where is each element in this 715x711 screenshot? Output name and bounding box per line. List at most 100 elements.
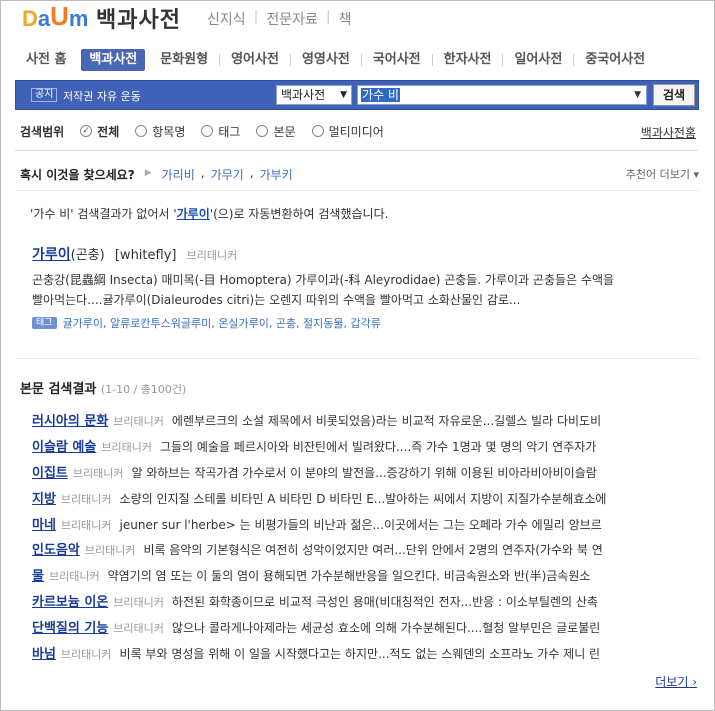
scope-option-label: 태그 bbox=[218, 124, 241, 139]
tab-chinese[interactable]: 중국어사전 bbox=[574, 46, 656, 74]
body-results-heading: 본문 검색결과 (1-10 / 총100건) bbox=[20, 378, 186, 397]
converted-query-link[interactable]: 가루이 bbox=[177, 207, 210, 221]
encyclopedia-home-link[interactable]: 백과사전홈 bbox=[641, 124, 696, 141]
comma: , bbox=[200, 166, 205, 180]
list-item: 바넘 브리태니커 비록 부와 명성을 위해 이 일을 시작했다고는 하지만...적도… bbox=[32, 643, 702, 669]
scope-title-radio[interactable]: 항목명 bbox=[135, 123, 185, 140]
result-snippet: 않으나 콜라게나아제라는 세균성 효소에 의해 가수분해된다....혈청 알부민… bbox=[171, 621, 601, 636]
suggestion-link[interactable]: 가무기 bbox=[211, 166, 244, 183]
result-snippet: 소량의 인지질 스테롤 비타민 A 비타민 D 비타민 E...발아하는 씨에서… bbox=[119, 491, 607, 506]
entry-english: [whitefly] bbox=[114, 248, 177, 263]
scope-body-radio[interactable]: 본문 bbox=[256, 123, 296, 140]
logo-a: a bbox=[37, 6, 51, 31]
section-title: 본문 검색결과 bbox=[20, 382, 97, 397]
notice-link[interactable]: 저작권 자유 운동 bbox=[63, 88, 141, 104]
radio-icon bbox=[256, 125, 269, 137]
result-source: 브리태니커 bbox=[60, 648, 112, 662]
scope-label: 검색범위 bbox=[20, 124, 65, 139]
scope-option-label: 항목명 bbox=[152, 124, 186, 139]
tag-links[interactable]: 귤가루이, 알류로칸투스워글루미, 온실가루이, 곤충, 절지동물, 갑각류 bbox=[63, 315, 381, 331]
scope-multimedia-radio[interactable]: 멀티미디어 bbox=[311, 123, 384, 140]
tab-encyclopedia[interactable]: 백과사전 bbox=[81, 49, 146, 71]
result-source: 브리태니커 bbox=[113, 622, 164, 636]
daum-logo[interactable]: DaUm bbox=[22, 1, 89, 32]
result-source: 브리태니커 bbox=[60, 518, 112, 532]
result-snippet: 비록 부와 명성을 위해 이 일을 시작했다고는 하지만...적도 없는 스웨덴… bbox=[119, 647, 601, 662]
list-item: 인도음악 브리태니커 비록 음악의 기본형식은 여전히 성악이었지만 여러...단위… bbox=[32, 539, 702, 565]
link-expert-docs[interactable]: 전문자료 bbox=[266, 9, 318, 29]
link-books[interactable]: 책 bbox=[339, 9, 352, 29]
header: DaUm 백과사전 신지식 | 전문자료 | 책 bbox=[0, 0, 715, 38]
logo-m: m bbox=[68, 6, 89, 31]
result-source: 브리태니커 bbox=[60, 492, 112, 506]
result-snippet: 비록 음악의 기본형식은 여전히 성악이었지만 여러...단위 안에서 2명의 … bbox=[143, 543, 603, 558]
tab-dictionary-home[interactable]: 사전 홈 bbox=[15, 46, 77, 74]
entry-source: 브리태니커 bbox=[186, 249, 238, 262]
link-sinjisik[interactable]: 신지식 bbox=[207, 9, 246, 29]
result-title-link[interactable]: 인도음악 bbox=[32, 543, 80, 558]
suggestion-link[interactable]: 가리비 bbox=[162, 166, 195, 183]
autocomplete-arrow-icon[interactable]: ▼ bbox=[634, 86, 641, 104]
result-title-link[interactable]: 이집트 bbox=[32, 466, 68, 481]
result-title-link[interactable]: 지방 bbox=[32, 492, 56, 507]
list-item: 물 브리태니커 약염기의 염 또는 이 둘의 염이 용해되면 가수분해반응을 일으킨… bbox=[32, 565, 702, 591]
search-input[interactable]: 가수 비 ▼ bbox=[357, 85, 647, 105]
result-source: 브리태니커 bbox=[113, 415, 164, 428]
result-title-link[interactable]: 물 bbox=[32, 569, 44, 584]
divider bbox=[15, 358, 699, 359]
brand-title[interactable]: 백과사전 bbox=[96, 2, 181, 34]
search-input-value: 가수 비 bbox=[361, 88, 400, 102]
result-snippet: 알 와하브는 작곡가겸 가수로서 이 분야의 발전을...증강하기 위해 이용된… bbox=[131, 465, 597, 480]
result-source: 브리태니커 bbox=[101, 440, 152, 454]
divider: | bbox=[253, 9, 259, 25]
notice-badge: 공지 bbox=[31, 88, 58, 102]
logo-d: D bbox=[22, 6, 38, 31]
chevron-right-icon: › bbox=[688, 675, 697, 689]
auto-convert-notice: '가수 비' 검색결과가 없어서 '가루이'(으)로 자동변환하여 검색했습니다… bbox=[30, 207, 389, 221]
result-source: 브리태니커 bbox=[48, 570, 100, 584]
result-snippet: jeuner sur l'herbe> 는 비평가들의 비난과 젊은...이곳에… bbox=[119, 517, 602, 532]
radio-icon bbox=[311, 125, 324, 137]
search-bar: 공지 저작권 자유 운동 백과사전 ▼ 가수 비 ▼ 검색 bbox=[15, 80, 699, 110]
tab-english[interactable]: 영어사전 bbox=[220, 46, 290, 74]
more-results-button[interactable]: 더보기 › bbox=[655, 673, 697, 690]
result-snippet: 약염기의 염 또는 이 둘의 염이 용해되면 가수분해반응을 일으킨다. 비금속… bbox=[107, 569, 591, 584]
more-suggestions-label: 추천어 더보기 bbox=[625, 168, 690, 181]
list-item: 단백질의 기능 브리태니커 않으나 콜라게나아제라는 세균성 효소에 의해 가수분해… bbox=[32, 617, 702, 643]
category-select[interactable]: 백과사전 ▼ bbox=[276, 85, 352, 105]
entry-tags: 태그 귤가루이, 알류로칸투스워글루미, 온실가루이, 곤충, 절지동물, 갑각… bbox=[32, 315, 381, 331]
list-item: 이집트 브리태니커 알 와하브는 작곡가겸 가수로서 이 분야의 발전을...증강하… bbox=[32, 462, 702, 488]
scope-all-radio[interactable]: ✓ 전체 bbox=[80, 123, 119, 140]
tab-japanese[interactable]: 일어사전 bbox=[503, 46, 573, 74]
result-title-link[interactable]: 이슬람 예술 bbox=[32, 440, 96, 455]
tab-english-english[interactable]: 영영사전 bbox=[291, 46, 361, 74]
result-title-link[interactable]: 바넘 bbox=[32, 647, 56, 662]
original-query: 가수 비 bbox=[33, 207, 71, 221]
chevron-down-icon: ▾ bbox=[693, 168, 699, 181]
scope-option-label: 본문 bbox=[273, 124, 296, 139]
result-snippet: 하전된 화학종이므로 비교적 극성인 용매(비대칭적인 전자...반응 : 이소… bbox=[171, 595, 598, 610]
dictionary-tabs: 사전 홈 백과사전 문화원형 영어사전 영영사전 국어사전 한자사전 일어사전 … bbox=[15, 46, 699, 74]
entry-title-link[interactable]: 가루이 bbox=[32, 247, 71, 263]
tab-culture[interactable]: 문화원형 bbox=[149, 46, 219, 74]
tag-badge: 태그 bbox=[32, 317, 57, 329]
entry-title-suffix: (곤충) bbox=[70, 248, 105, 263]
tab-hanja[interactable]: 한자사전 bbox=[433, 46, 503, 74]
result-source: 브리태니커 bbox=[72, 466, 124, 480]
result-snippet: 그들의 예술을 페르시아와 비잔틴에서 빌려왔다....즉 가수 1명과 몇 명… bbox=[159, 439, 597, 454]
tab-korean[interactable]: 국어사전 bbox=[362, 46, 432, 74]
more-suggestions-button[interactable]: 추천어 더보기 ▾ bbox=[626, 166, 699, 182]
scope-option-label: 멀티미디어 bbox=[328, 124, 384, 139]
result-title-link[interactable]: 카르보늄 이온 bbox=[32, 595, 108, 610]
divider bbox=[15, 190, 699, 191]
result-title-link[interactable]: 단백질의 기능 bbox=[32, 621, 108, 636]
result-title-link[interactable]: 러시아의 문화 bbox=[32, 414, 108, 429]
scope-tag-radio[interactable]: 태그 bbox=[201, 123, 240, 140]
auto-convert-text: (으)로 자동변환하여 검색했습니다. bbox=[213, 207, 389, 221]
suggestion-link[interactable]: 가부키 bbox=[260, 166, 293, 183]
category-select-value: 백과사전 bbox=[281, 88, 326, 102]
list-item: 이슬람 예술 브리태니커 그들의 예술을 페르시아와 비잔틴에서 빌려왔다....즉… bbox=[32, 436, 702, 462]
service-links: 신지식 | 전문자료 | 책 bbox=[207, 9, 352, 29]
search-button[interactable]: 검색 bbox=[653, 84, 695, 106]
result-title-link[interactable]: 마네 bbox=[32, 518, 56, 533]
